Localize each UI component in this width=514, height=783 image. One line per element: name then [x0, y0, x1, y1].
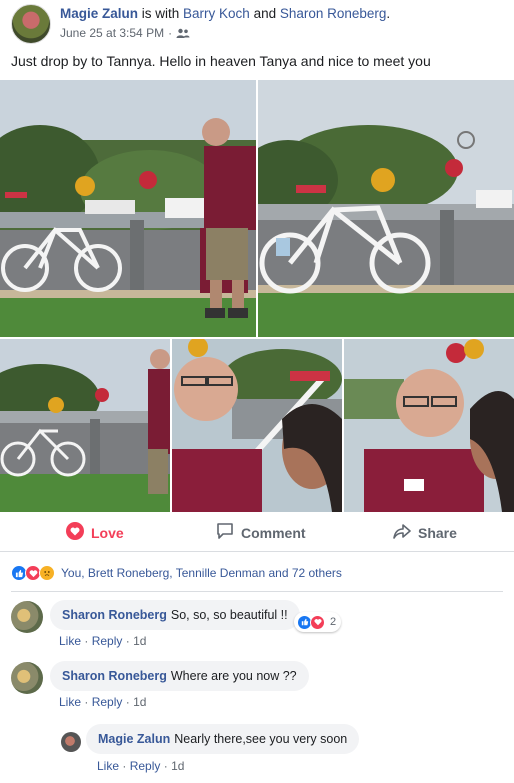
- comment-text: Where are you now ??: [170, 669, 297, 683]
- comment-bubble: Sharon Roneberg So, so, so beautiful !!: [50, 600, 300, 630]
- like-link[interactable]: Like: [59, 695, 81, 709]
- author-avatar[interactable]: [11, 4, 51, 44]
- comment-reactions[interactable]: 2: [294, 612, 342, 632]
- comment-text: So, so, so beautiful !!: [170, 608, 288, 622]
- sep-dot: ·: [122, 759, 127, 773]
- reply-text: Nearly there,see you very soon: [174, 732, 348, 746]
- comment-links: Like · Reply · 1d: [59, 695, 146, 709]
- friends-icon[interactable]: [176, 28, 190, 38]
- comment-1: Sharon Roneberg So, so, so beautiful !! 2…: [11, 600, 503, 652]
- tagged-friend-link-2[interactable]: Sharon Roneberg: [280, 6, 387, 21]
- share-button[interactable]: Share: [393, 522, 457, 543]
- replier-avatar[interactable]: [61, 732, 81, 752]
- comment-reaction-count: 2: [330, 616, 337, 628]
- reply-bubble: Magie Zalun Nearly there,see you very soo…: [86, 724, 360, 754]
- comment-label: Comment: [241, 524, 306, 541]
- love-icon: [66, 522, 84, 543]
- comment-author-link[interactable]: Sharon Roneberg: [62, 669, 167, 683]
- sep-dot: ·: [84, 695, 89, 709]
- reply-link[interactable]: Reply: [130, 759, 161, 773]
- post-meta: June 25 at 3:54 PM ·: [60, 26, 190, 40]
- and-text: and: [249, 6, 280, 21]
- comment-2: Sharon Roneberg Where are you now ?? Like…: [11, 661, 503, 713]
- sep-dot: ·: [84, 634, 89, 648]
- period-text: .: [386, 6, 391, 21]
- meta-dot: ·: [168, 26, 173, 40]
- love-reaction-icon: [310, 614, 325, 630]
- photo-4[interactable]: [172, 339, 342, 512]
- photo-grid: [0, 80, 514, 512]
- reactions-summary-text: You, Brett Roneberg, Tennille Denman and…: [61, 566, 342, 580]
- reactions-summary[interactable]: You, Brett Roneberg, Tennille Denman and…: [11, 565, 342, 581]
- commenter-avatar[interactable]: [11, 601, 43, 633]
- comment-icon: [216, 522, 234, 543]
- post-timestamp[interactable]: June 25 at 3:54 PM: [60, 26, 164, 40]
- comment-button[interactable]: Comment: [216, 522, 306, 543]
- tagged-friend-link-1[interactable]: Barry Koch: [183, 6, 250, 21]
- reply-1: Magie Zalun Nearly there,see you very soo…: [61, 724, 503, 776]
- share-label: Share: [418, 524, 457, 541]
- reply-link[interactable]: Reply: [92, 634, 123, 648]
- like-link[interactable]: Like: [97, 759, 119, 773]
- sep-dot: ·: [125, 695, 130, 709]
- love-button[interactable]: Love: [66, 522, 124, 543]
- photo-5[interactable]: [344, 339, 514, 512]
- reply-link[interactable]: Reply: [92, 695, 123, 709]
- reply-author-link[interactable]: Magie Zalun: [98, 732, 170, 746]
- photo-3[interactable]: [0, 339, 170, 512]
- share-icon: [393, 522, 411, 543]
- post-text: Just drop by to Tannya. Hello in heaven …: [11, 53, 431, 69]
- post-header: Magie Zalun is with Barry Koch and Sharo…: [0, 0, 514, 80]
- comments-divider: [11, 591, 503, 592]
- sep-dot: ·: [125, 634, 130, 648]
- comment-time[interactable]: 1d: [133, 634, 146, 648]
- reply-links: Like · Reply · 1d: [97, 759, 184, 773]
- author-line: Magie Zalun is with Barry Koch and Sharo…: [60, 6, 390, 21]
- like-link[interactable]: Like: [59, 634, 81, 648]
- love-label: Love: [91, 524, 124, 541]
- reply-time[interactable]: 1d: [171, 759, 184, 773]
- comment-bubble: Sharon Roneberg Where are you now ??: [50, 661, 309, 691]
- commenter-avatar[interactable]: [11, 662, 43, 694]
- photo-1[interactable]: [0, 80, 256, 337]
- comment-time[interactable]: 1d: [133, 695, 146, 709]
- comment-links: Like · Reply · 1d: [59, 634, 146, 648]
- with-text: is with: [138, 6, 184, 21]
- post-actions-bar: Love Comment Share: [0, 512, 514, 552]
- author-name-link[interactable]: Magie Zalun: [60, 6, 138, 21]
- photo-2[interactable]: [258, 80, 514, 337]
- sep-dot: ·: [163, 759, 168, 773]
- comment-author-link[interactable]: Sharon Roneberg: [62, 608, 167, 622]
- sad-icon: [39, 565, 55, 581]
